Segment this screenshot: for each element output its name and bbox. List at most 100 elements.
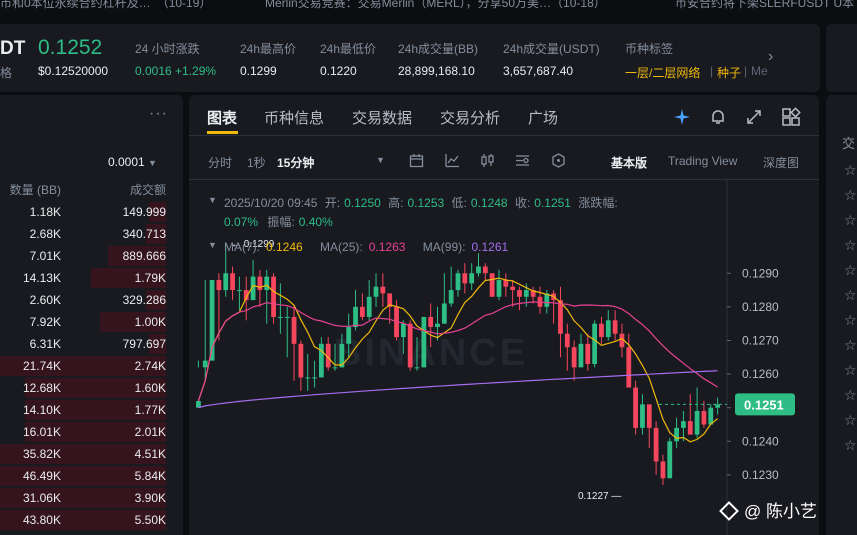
orderbook-row[interactable]: 2.68K 340.713 xyxy=(0,223,183,245)
signature-overlay: @ 陈小艺 xyxy=(719,497,817,522)
ticker-item-1[interactable]: 市和0本位永续合约杠杆及… （10-19） xyxy=(0,0,211,11)
interval-1s[interactable]: 1秒 xyxy=(247,154,266,171)
orderbook-row[interactable]: 21.74K 2.74K xyxy=(0,355,183,377)
orderbook-row[interactable]: 1.18K 149.999 xyxy=(0,201,183,223)
orderbook-row[interactable]: 12.68K 1.60K xyxy=(0,377,183,399)
calendar-icon[interactable] xyxy=(409,153,424,168)
ticker-item-2[interactable]: Merlin交易竞赛：交易Merlin（MERL），分享50万美…（10-18） xyxy=(265,0,606,11)
stat-high-value: 0.1299 xyxy=(240,64,277,78)
orderbook-row[interactable]: 14.10K 1.77K xyxy=(0,399,183,421)
candle-body xyxy=(332,367,338,369)
star-icon[interactable]: ☆ xyxy=(844,212,857,229)
orderbook-row[interactable]: 6.31K 797.697 xyxy=(0,333,183,355)
hexagon-settings-icon[interactable] xyxy=(551,153,566,168)
market-header: DT 格 0.1252 $0.12520000 24 小时涨跌 0.0016 +… xyxy=(0,24,820,92)
orderbook-qty: 6.31K xyxy=(29,337,61,351)
tab-square[interactable]: 广场 xyxy=(528,107,558,128)
candle-body xyxy=(667,441,673,479)
interval-15m[interactable]: 15分钟 xyxy=(277,154,314,171)
tag-seed[interactable]: 种子 xyxy=(717,64,741,81)
candle-body xyxy=(291,316,297,344)
collapse-caret-icon[interactable]: ▼ xyxy=(208,195,217,205)
view-tradingview[interactable]: Trading View xyxy=(668,154,737,168)
candle-type-icon[interactable] xyxy=(480,153,495,168)
candle-body xyxy=(312,377,317,379)
star-icon[interactable]: ☆ xyxy=(844,262,857,279)
ohlc-close-label: 收: xyxy=(514,196,531,210)
settings-sliders-icon[interactable] xyxy=(515,153,530,168)
orderbook-row[interactable]: 35.82K 4.51K xyxy=(0,443,183,465)
candle-body xyxy=(448,290,454,304)
view-depth[interactable]: 深度图 xyxy=(763,154,799,171)
tab-chart[interactable]: 图表 xyxy=(207,107,237,128)
ticker-item-3[interactable]: 币安合约将下架SLERFUSDT U本 xyxy=(675,0,854,11)
candle-body xyxy=(414,367,420,369)
tag-divider: | xyxy=(710,64,714,78)
interval-timeline[interactable]: 分时 xyxy=(208,154,232,171)
orderbook-qty: 31.06K xyxy=(22,491,61,505)
orderbook-row[interactable]: 43.80K 5.50K xyxy=(0,509,183,531)
orderbook-total: 5.50K xyxy=(134,513,166,527)
candle-body xyxy=(510,286,516,291)
orderbook-total: 797.697 xyxy=(122,337,166,351)
star-icon[interactable]: ☆ xyxy=(844,162,857,179)
collapse-caret-icon-2[interactable]: ▼ xyxy=(208,240,217,250)
candle-body xyxy=(202,360,208,368)
star-icon[interactable]: ☆ xyxy=(844,437,857,454)
orderbook-row[interactable]: 2.60K 329.286 xyxy=(0,289,183,311)
orderbook-total: 1.60K xyxy=(134,381,166,395)
candle-body xyxy=(523,290,529,297)
ohlc-chg-label: 涨跌幅: xyxy=(578,196,618,210)
orderbook-row[interactable]: 7.92K 1.00K xyxy=(0,311,183,333)
view-basic[interactable]: 基本版 xyxy=(611,154,647,171)
star-icon[interactable]: ☆ xyxy=(844,387,857,404)
symbol-name[interactable]: DT xyxy=(0,38,25,60)
caret-down-icon: ▼ xyxy=(148,158,157,168)
candle-body xyxy=(571,347,577,368)
tab-trade-data[interactable]: 交易数据 xyxy=(352,107,412,128)
interval-dropdown-icon[interactable]: ▼ xyxy=(376,155,385,165)
ai-sparkle-icon[interactable] xyxy=(673,108,691,126)
symbol-subtitle: 格 xyxy=(0,66,13,80)
chevron-right-icon[interactable]: › xyxy=(768,48,773,66)
orderbook-row[interactable]: 31.06K 3.90K xyxy=(0,487,183,509)
candlestick-chart[interactable]: BINANCE0.12900.12800.12700.12600.12500.1… xyxy=(189,180,819,535)
announcement-ticker[interactable]: 市和0本位永续合约杠杆及… （10-19） Merlin交易竞赛：交易Merlin… xyxy=(0,0,857,24)
orderbook-qty: 14.10K xyxy=(22,403,61,417)
ohlc-open: 0.1250 xyxy=(344,196,381,210)
indicator-icon[interactable] xyxy=(445,153,460,168)
orderbook-row[interactable]: 7.01K 889.666 xyxy=(0,245,183,267)
candle-body xyxy=(476,266,481,274)
orderbook-total: 1.77K xyxy=(134,403,166,417)
orderbook-total: 5.84K xyxy=(134,469,166,483)
orderbook-row[interactable]: 46.49K 5.84K xyxy=(0,465,183,487)
expand-icon[interactable] xyxy=(745,108,763,126)
star-icon[interactable]: ☆ xyxy=(844,312,857,329)
star-icon[interactable]: ☆ xyxy=(844,337,857,354)
right-panel-watchlist: 交 ☆ ☆ ☆ ☆ ☆ ☆ ☆ ☆ ☆ ☆ ☆ ☆ xyxy=(826,95,857,535)
price-axis-label: 0.1240 xyxy=(742,434,779,448)
orderbook-total: 329.286 xyxy=(122,293,166,307)
precision-select[interactable]: 0.0001 ▼ xyxy=(108,155,157,169)
star-icon[interactable]: ☆ xyxy=(844,287,857,304)
ma-legend: MA(7): 0.1246 MA(25): 0.1263 MA(99): 0.1261 xyxy=(224,240,508,254)
orderbook-row[interactable]: 14.13K 1.79K xyxy=(0,267,183,289)
tag-more[interactable]: Me xyxy=(751,64,768,78)
star-icon[interactable]: ☆ xyxy=(844,412,857,429)
layout-grid-icon[interactable] xyxy=(781,107,801,127)
star-icon[interactable]: ☆ xyxy=(844,187,857,204)
bell-icon[interactable] xyxy=(709,108,727,126)
orderbook-row[interactable]: 16.01K 2.01K xyxy=(0,421,183,443)
tag-layer[interactable]: 一层/二层网络 xyxy=(625,64,700,81)
candle-body xyxy=(441,303,447,324)
candle-body xyxy=(564,333,570,348)
tab-trade-analysis[interactable]: 交易分析 xyxy=(440,107,500,128)
more-icon[interactable]: ··· xyxy=(149,105,168,123)
orderbook-total: 3.90K xyxy=(134,491,166,505)
star-icon[interactable]: ☆ xyxy=(844,237,857,254)
tab-coin-info[interactable]: 币种信息 xyxy=(264,107,324,128)
star-icon[interactable]: ☆ xyxy=(844,362,857,379)
candle-body xyxy=(674,427,679,442)
price-axis-label: 0.1260 xyxy=(742,367,779,381)
candle-body xyxy=(366,296,372,317)
